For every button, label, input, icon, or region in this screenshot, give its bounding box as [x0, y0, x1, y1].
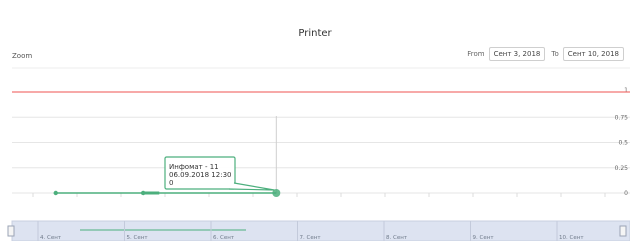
y-tick-label: 1 [624, 87, 628, 94]
y-tick-label: 0.25 [615, 165, 629, 172]
tooltip-line: 0 [169, 179, 173, 187]
navigator-tick-label: 8. Сент [386, 235, 408, 241]
navigator-track[interactable] [11, 220, 630, 241]
navigator-tick-label: 7. Сент [300, 235, 322, 241]
navigator-tick-label: 9. Сент [473, 235, 495, 241]
line-chart: 1 0.75 0.5 0.25 0 Инфомат - 1106.09.2018 12:3… [7, 67, 630, 241]
navigator-tick-label: 4. Сент [40, 235, 62, 241]
y-tick-label: 0.5 [618, 140, 628, 147]
data-point[interactable] [53, 190, 58, 196]
navigator-right-handle[interactable] [619, 225, 627, 237]
data-point[interactable] [141, 190, 146, 196]
tooltip-pointer [228, 182, 275, 191]
navigator-tick-label: 6. Сент [213, 235, 235, 241]
tooltip-line: 06.09.2018 12:30 [169, 171, 231, 179]
y-tick-label: 0 [624, 190, 628, 197]
navigator-tick-label: 5. Сент [127, 235, 149, 241]
tooltip-line: Инфомат - 11 [169, 163, 219, 171]
navigator-tick-label: 10. Сент [559, 235, 584, 241]
y-tick-label: 0.75 [615, 114, 629, 121]
navigator-left-handle[interactable] [7, 225, 15, 237]
